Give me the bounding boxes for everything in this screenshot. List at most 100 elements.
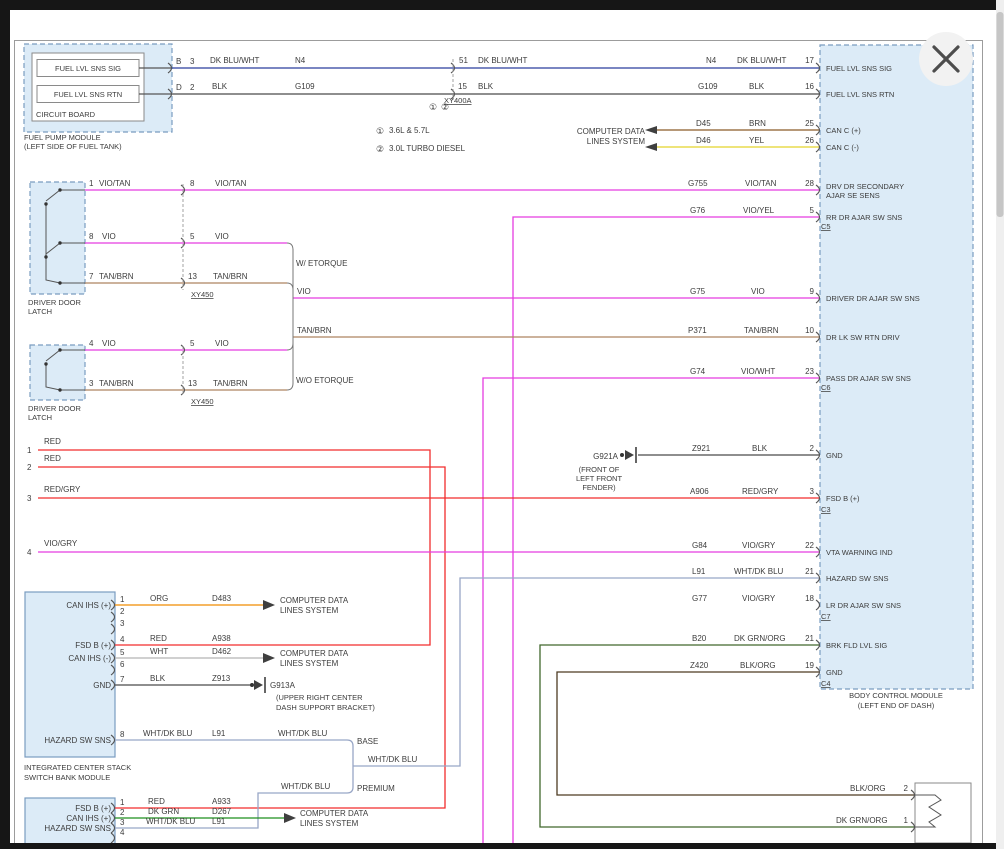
wire-color-label: TAN/BRN xyxy=(99,379,134,388)
pin-number: 5 xyxy=(810,206,815,215)
latch1-module-name: DRIVER DOOR xyxy=(28,298,82,307)
wire-color-label: BRN xyxy=(749,119,766,128)
wire-color-label: WHT/DK BLU xyxy=(368,755,418,764)
ground-location: (UPPER RIGHT CENTER xyxy=(276,693,363,702)
pin-number: 8 xyxy=(89,232,94,241)
bcm-pin-name: GND xyxy=(826,668,843,677)
wire-color-label: TAN/BRN xyxy=(744,326,779,335)
conn-pin-number: 5 xyxy=(190,232,195,241)
wire-color-label: RED xyxy=(44,454,61,463)
pin-letter: B xyxy=(176,57,181,66)
data-lines-label: COMPUTER DATA xyxy=(577,127,646,136)
pin-number: 21 xyxy=(805,634,814,643)
bcm-connector-label: C5 xyxy=(821,222,831,231)
bcm-connector-label: C4 xyxy=(821,679,831,688)
ground-location: LEFT FRONT xyxy=(576,474,623,483)
footnote-text: 3.6L & 5.7L xyxy=(389,126,430,135)
pin-number: 3 xyxy=(810,487,815,496)
circuit-board-label: CIRCUIT BOARD xyxy=(36,110,96,119)
wire-number: 4 xyxy=(27,548,32,557)
module-pin-name: CAN IHS (+) xyxy=(66,601,111,610)
pin-letter: D xyxy=(176,83,182,92)
bcm-pin-name: AJAR SE SENS xyxy=(826,191,880,200)
pin-number: 3 xyxy=(89,379,94,388)
conn-pin-number: 13 xyxy=(188,272,197,281)
wire-color-label: DK GRN/ORG xyxy=(836,816,888,825)
circuit-id-label: D45 xyxy=(696,119,711,128)
circuit-id-label: L91 xyxy=(692,567,706,576)
wire-color-label: TAN/BRN xyxy=(99,272,134,281)
pin-number: 1 xyxy=(120,595,125,604)
wire-number: 3 xyxy=(27,494,32,503)
center-stack-module-name: INTEGRATED CENTER STACK xyxy=(24,763,131,772)
pin-number: 7 xyxy=(89,272,94,281)
wire-color-label: VIO xyxy=(102,232,116,241)
pin-number: 25 xyxy=(805,119,814,128)
wire-color-label: VIO xyxy=(215,232,229,241)
conn-pin-number: 15 xyxy=(458,82,467,91)
pin-number: 1 xyxy=(120,798,125,807)
etorque-with-label: W/ ETORQUE xyxy=(296,259,347,268)
driver-door-latch2-box xyxy=(30,345,85,400)
bcm-pin-name: HAZARD SW SNS xyxy=(826,574,889,583)
pin-number: 18 xyxy=(805,594,814,603)
data-lines-label: COMPUTER DATA xyxy=(280,649,349,658)
bcm-connector-label: C6 xyxy=(821,383,831,392)
wire-color-label: RED xyxy=(44,437,61,446)
circuit-id-label: A933 xyxy=(212,797,231,806)
scrollbar-thumb[interactable] xyxy=(997,12,1004,217)
module-pin-name: FSD B (+) xyxy=(75,804,111,813)
ground-id-label: G921A xyxy=(593,452,619,461)
data-lines-label: LINES SYSTEM xyxy=(587,137,646,146)
pin-number: 22 xyxy=(805,541,814,550)
data-lines-label: LINES SYSTEM xyxy=(280,606,339,615)
pin-number: 26 xyxy=(805,136,814,145)
conn-pin-number: 8 xyxy=(190,179,195,188)
bcm-pin-name: GND xyxy=(826,451,843,460)
circuit-id-label: G76 xyxy=(690,206,706,215)
trim-premium-label: PREMIUM xyxy=(357,784,395,793)
trim-base-label: BASE xyxy=(357,737,378,746)
footnote-mark: ① xyxy=(376,126,384,136)
pin-number: 4 xyxy=(120,635,125,644)
wire-color-label: DK BLU/WHT xyxy=(737,56,786,65)
bcm-pin-name: PASS DR AJAR SW SNS xyxy=(826,374,911,383)
bcm-pin-name: FSD B (+) xyxy=(826,494,860,503)
circuit-id-label: G755 xyxy=(688,179,708,188)
pin-number: 9 xyxy=(810,287,815,296)
circuit-id-label: N4 xyxy=(295,56,306,65)
wire-color-label: DK GRN/ORG xyxy=(734,634,786,643)
bcm-connector-label: C3 xyxy=(821,505,831,514)
wire-color-label: TAN/BRN xyxy=(213,379,248,388)
circuit-id-label: G84 xyxy=(692,541,708,550)
bcm-pin-name: RR DR AJAR SW SNS xyxy=(826,213,902,222)
wire-color-label: BLK xyxy=(752,444,768,453)
circuit-id-label: D267 xyxy=(212,807,232,816)
wire-color-label: WHT/DK BLU xyxy=(146,817,196,826)
circuit-id-label: D46 xyxy=(696,136,711,145)
wire-color-label: WHT/DK BLU xyxy=(734,567,784,576)
bcm-pin-name: FUEL LVL SNS SIG xyxy=(826,64,892,73)
latch1-contact-dot xyxy=(44,202,47,205)
wire-color-label: BLK xyxy=(478,82,494,91)
wire-color-label: VIO xyxy=(751,287,765,296)
fuel-sig-label: FUEL LVL SNS SIG xyxy=(55,64,121,73)
latch1-module-name: LATCH xyxy=(28,307,52,316)
bcm-pin-name: BRK FLD LVL SIG xyxy=(826,641,887,650)
pin-number: 19 xyxy=(805,661,814,670)
pin-number: 2 xyxy=(904,784,909,793)
data-lines-label: LINES SYSTEM xyxy=(300,819,359,828)
circuit-id-label: B20 xyxy=(692,634,707,643)
bcm-pin-name: DR LK SW RTN DRIV xyxy=(826,333,900,342)
bcm-module-location: (LEFT END OF DASH) xyxy=(858,701,935,710)
wire-color-label: WHT/DK BLU xyxy=(278,729,328,738)
pin-number: 8 xyxy=(120,730,125,739)
circuit-id-label: Z921 xyxy=(692,444,711,453)
fluid-level-switch-box xyxy=(915,783,971,843)
circuit-id-label: P371 xyxy=(688,326,707,335)
latch2-contact-dot xyxy=(44,362,47,365)
close-button[interactable] xyxy=(919,32,973,86)
bcm-pin-name: LR DR AJAR SW SNS xyxy=(826,601,901,610)
wire-color-label: RED/GRY xyxy=(742,487,779,496)
latch2-contact-dot xyxy=(58,388,61,391)
